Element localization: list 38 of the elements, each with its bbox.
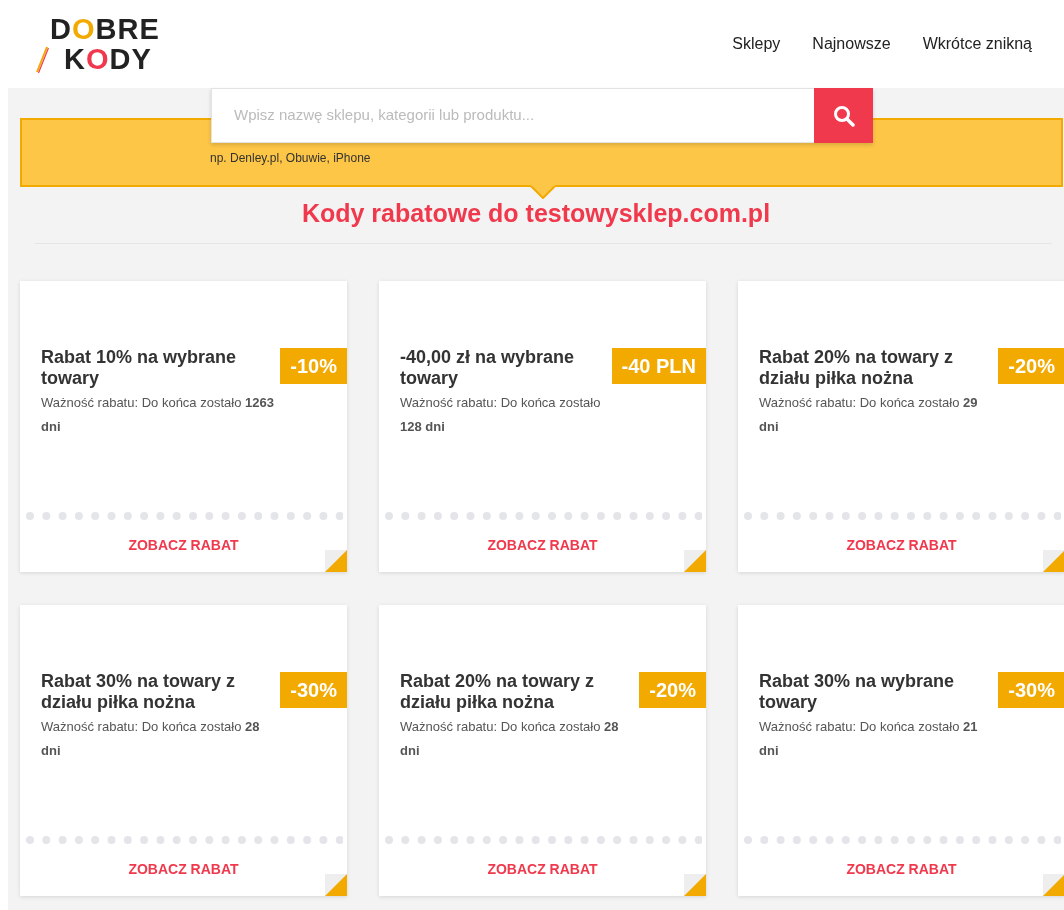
logo[interactable]: DOBRE KODY: [36, 14, 160, 74]
corner-fold-icon: [325, 873, 347, 896]
coupon-validity: Ważność rabatu: Do końca zostało 128 dni: [400, 393, 602, 436]
search-hint: np. Denley.pl, Obuwie, iPhone: [210, 151, 371, 165]
page-heading: Kody rabatowe do testowysklep.com.pl: [301, 199, 771, 227]
coupon-title: Rabat 10% na wybrane towary: [41, 346, 238, 389]
slash-icon: [36, 46, 49, 74]
discount-badge: -30%: [998, 671, 1064, 708]
nav-link[interactable]: Sklepy: [732, 32, 781, 56]
search-icon: [832, 104, 855, 127]
corner-fold-icon: [684, 549, 706, 572]
corner-fold-icon: [325, 549, 347, 572]
coupon-title: Rabat 30% na wybrane towary: [759, 670, 956, 713]
coupon-validity: Ważność rabatu: Do końca zostało 28 dni: [400, 717, 620, 760]
search-button[interactable]: [814, 88, 873, 143]
coupon-validity: Ważność rabatu: Do końca zostało 1263 dni: [41, 393, 275, 436]
coupon-validity: Ważność rabatu: Do końca zostało 21 dni: [759, 717, 979, 760]
nav-link[interactable]: Wkrótce znikną: [922, 32, 1032, 56]
coupon-validity: Ważność rabatu: Do końca zostało 28 dni: [41, 717, 261, 760]
discount-badge: -20%: [998, 347, 1064, 384]
show-discount-link[interactable]: ZOBACZ RABAT: [20, 520, 347, 572]
show-discount-link[interactable]: ZOBACZ RABAT: [738, 520, 1064, 572]
show-discount-link[interactable]: ZOBACZ RABAT: [20, 844, 347, 896]
nav-link[interactable]: Najnowsze: [812, 32, 891, 56]
coupon-title: Rabat 30% na towary z działu piłka nożna: [41, 670, 237, 713]
discount-badge: -30%: [280, 671, 347, 708]
coupon-validity: Ważność rabatu: Do końca zostało 29 dni: [759, 393, 979, 436]
show-discount-link[interactable]: ZOBACZ RABAT: [738, 844, 1064, 896]
discount-badge: -20%: [639, 671, 706, 708]
search-field[interactable]: Wpisz nazwę sklepu, kategorii lub produktu...: [211, 88, 814, 143]
corner-fold-icon: [684, 873, 706, 896]
coupon-title: -40,00 zł na wybrane towary: [400, 346, 576, 389]
coupon-title: Rabat 20% na towary z działu piłka nożna: [400, 670, 596, 713]
show-discount-link[interactable]: ZOBACZ RABAT: [379, 844, 706, 896]
discount-badge: -40 PLN: [611, 347, 706, 384]
coupon-title: Rabat 20% na towary z działu piłka nożna: [759, 346, 955, 389]
discount-badge: -10%: [280, 347, 347, 384]
show-discount-link[interactable]: ZOBACZ RABAT: [379, 520, 706, 572]
